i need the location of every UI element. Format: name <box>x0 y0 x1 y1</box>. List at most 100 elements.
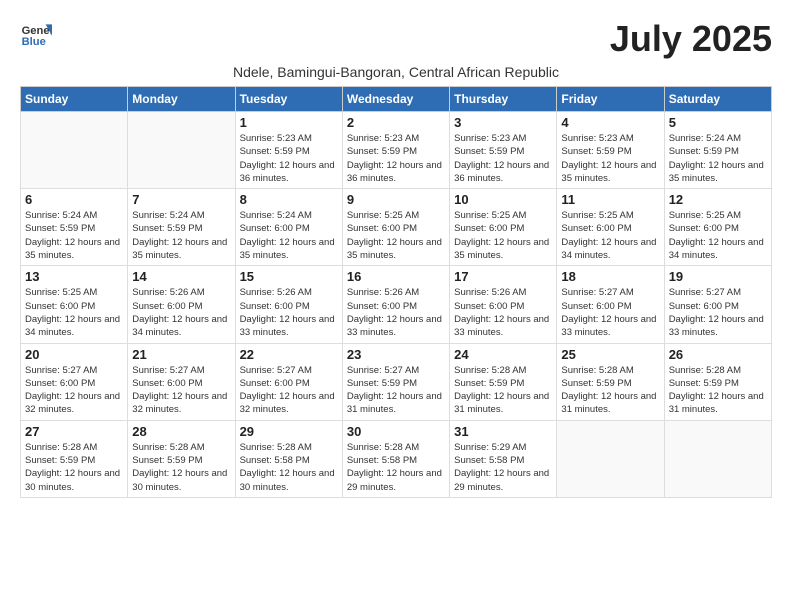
day-number: 3 <box>454 115 552 130</box>
day-number: 18 <box>561 269 659 284</box>
table-row: 28Sunrise: 5:28 AMSunset: 5:59 PMDayligh… <box>128 420 235 497</box>
day-number: 4 <box>561 115 659 130</box>
day-number: 17 <box>454 269 552 284</box>
calendar-table: Sunday Monday Tuesday Wednesday Thursday… <box>20 86 772 498</box>
table-row: 14 Sunrise: 5:26 AMSunset: 6:00 PMDayligh… <box>128 266 235 343</box>
day-info: Sunrise: 5:27 AMSunset: 6:00 PMDaylight:… <box>25 364 123 417</box>
day-number: 20 <box>25 347 123 362</box>
table-row: 12 Sunrise: 5:25 AMSunset: 6:00 PMDayligh… <box>664 189 771 266</box>
day-info: Sunrise: 5:27 AMSunset: 6:00 PMDaylight:… <box>561 286 659 339</box>
day-number: 15 <box>240 269 338 284</box>
day-number: 12 <box>669 192 767 207</box>
day-number: 29 <box>240 424 338 439</box>
table-row: 24 Sunrise: 5:28 AMSunset: 5:59 PMDayligh… <box>450 343 557 420</box>
table-row <box>21 112 128 189</box>
day-info: Sunrise: 5:28 AMSunset: 5:58 PMDaylight:… <box>240 441 338 494</box>
col-sunday: Sunday <box>21 87 128 112</box>
location-subtitle: Ndele, Bamingui-Bangoran, Central Africa… <box>10 64 782 86</box>
table-row: 8 Sunrise: 5:24 AMSunset: 6:00 PMDaylight… <box>235 189 342 266</box>
day-info: Sunrise: 5:27 AMSunset: 6:00 PMDaylight:… <box>240 364 338 417</box>
col-wednesday: Wednesday <box>342 87 449 112</box>
table-row: 7 Sunrise: 5:24 AMSunset: 5:59 PMDaylight… <box>128 189 235 266</box>
day-info: Sunrise: 5:26 AMSunset: 6:00 PMDaylight:… <box>132 286 230 339</box>
day-number: 2 <box>347 115 445 130</box>
calendar-week-row: 6 Sunrise: 5:24 AMSunset: 5:59 PMDaylight… <box>21 189 772 266</box>
col-thursday: Thursday <box>450 87 557 112</box>
table-row: 17Sunrise: 5:26 AMSunset: 6:00 PMDayligh… <box>450 266 557 343</box>
calendar-week-row: 20 Sunrise: 5:27 AMSunset: 6:00 PMDayligh… <box>21 343 772 420</box>
day-info: Sunrise: 5:24 AMSunset: 5:59 PMDaylight:… <box>132 209 230 262</box>
day-number: 21 <box>132 347 230 362</box>
table-row: 13 Sunrise: 5:25 AMSunset: 6:00 PMDayligh… <box>21 266 128 343</box>
day-number: 14 <box>132 269 230 284</box>
title-section: July 2025 <box>610 18 772 60</box>
day-info: Sunrise: 5:28 AMSunset: 5:58 PMDaylight:… <box>347 441 445 494</box>
day-info: Sunrise: 5:25 AMSunset: 6:00 PMDaylight:… <box>561 209 659 262</box>
day-info: Sunrise: 5:28 AMSunset: 5:59 PMDaylight:… <box>454 364 552 417</box>
day-info: Sunrise: 5:24 AMSunset: 5:59 PMDaylight:… <box>669 132 767 185</box>
day-number: 28 <box>132 424 230 439</box>
day-info: Sunrise: 5:23 AMSunset: 5:59 PMDaylight:… <box>454 132 552 185</box>
day-info: Sunrise: 5:26 AMSunset: 6:00 PMDaylight:… <box>347 286 445 339</box>
table-row: 4 Sunrise: 5:23 AMSunset: 5:59 PMDaylight… <box>557 112 664 189</box>
day-number: 5 <box>669 115 767 130</box>
day-number: 1 <box>240 115 338 130</box>
day-number: 30 <box>347 424 445 439</box>
col-friday: Friday <box>557 87 664 112</box>
day-info: Sunrise: 5:23 AMSunset: 5:59 PMDaylight:… <box>561 132 659 185</box>
table-row: 11 Sunrise: 5:25 AMSunset: 6:00 PMDayligh… <box>557 189 664 266</box>
day-number: 8 <box>240 192 338 207</box>
table-row: 20 Sunrise: 5:27 AMSunset: 6:00 PMDayligh… <box>21 343 128 420</box>
day-info: Sunrise: 5:23 AMSunset: 5:59 PMDaylight:… <box>347 132 445 185</box>
table-row: 18 Sunrise: 5:27 AMSunset: 6:00 PMDayligh… <box>557 266 664 343</box>
table-row: 5 Sunrise: 5:24 AMSunset: 5:59 PMDaylight… <box>664 112 771 189</box>
month-year-title: July 2025 <box>610 18 772 60</box>
day-number: 23 <box>347 347 445 362</box>
page-header: General Blue July 2025 <box>10 10 782 64</box>
day-number: 25 <box>561 347 659 362</box>
day-info: Sunrise: 5:27 AMSunset: 5:59 PMDaylight:… <box>347 364 445 417</box>
day-info: Sunrise: 5:24 AMSunset: 5:59 PMDaylight:… <box>25 209 123 262</box>
day-number: 31 <box>454 424 552 439</box>
day-info: Sunrise: 5:25 AMSunset: 6:00 PMDaylight:… <box>347 209 445 262</box>
table-row: 22 Sunrise: 5:27 AMSunset: 6:00 PMDayligh… <box>235 343 342 420</box>
day-info: Sunrise: 5:26 AMSunset: 6:00 PMDaylight:… <box>240 286 338 339</box>
day-number: 24 <box>454 347 552 362</box>
table-row: 16 Sunrise: 5:26 AMSunset: 6:00 PMDayligh… <box>342 266 449 343</box>
col-saturday: Saturday <box>664 87 771 112</box>
day-number: 13 <box>25 269 123 284</box>
table-row: 3 Sunrise: 5:23 AMSunset: 5:59 PMDaylight… <box>450 112 557 189</box>
day-number: 22 <box>240 347 338 362</box>
table-row: 10 Sunrise: 5:25 AMSunset: 6:00 PMDayligh… <box>450 189 557 266</box>
table-row: 27Sunrise: 5:28 AMSunset: 5:59 PMDayligh… <box>21 420 128 497</box>
day-info: Sunrise: 5:23 AMSunset: 5:59 PMDaylight:… <box>240 132 338 185</box>
table-row: 19Sunrise: 5:27 AMSunset: 6:00 PMDayligh… <box>664 266 771 343</box>
calendar-week-row: 1 Sunrise: 5:23 AMSunset: 5:59 PMDaylight… <box>21 112 772 189</box>
calendar-week-row: 13 Sunrise: 5:25 AMSunset: 6:00 PMDayligh… <box>21 266 772 343</box>
table-row <box>128 112 235 189</box>
day-number: 7 <box>132 192 230 207</box>
day-number: 9 <box>347 192 445 207</box>
table-row: 9 Sunrise: 5:25 AMSunset: 6:00 PMDaylight… <box>342 189 449 266</box>
day-number: 11 <box>561 192 659 207</box>
table-row <box>664 420 771 497</box>
table-row <box>557 420 664 497</box>
col-monday: Monday <box>128 87 235 112</box>
day-number: 16 <box>347 269 445 284</box>
table-row: 15 Sunrise: 5:26 AMSunset: 6:00 PMDayligh… <box>235 266 342 343</box>
calendar-header-row: Sunday Monday Tuesday Wednesday Thursday… <box>21 87 772 112</box>
day-info: Sunrise: 5:25 AMSunset: 6:00 PMDaylight:… <box>669 209 767 262</box>
table-row: 25Sunrise: 5:28 AMSunset: 5:59 PMDayligh… <box>557 343 664 420</box>
day-info: Sunrise: 5:24 AMSunset: 6:00 PMDaylight:… <box>240 209 338 262</box>
day-info: Sunrise: 5:25 AMSunset: 6:00 PMDaylight:… <box>454 209 552 262</box>
col-tuesday: Tuesday <box>235 87 342 112</box>
table-row: 2 Sunrise: 5:23 AMSunset: 5:59 PMDaylight… <box>342 112 449 189</box>
table-row: 31Sunrise: 5:29 AMSunset: 5:58 PMDayligh… <box>450 420 557 497</box>
day-info: Sunrise: 5:28 AMSunset: 5:59 PMDaylight:… <box>669 364 767 417</box>
table-row: 29 Sunrise: 5:28 AMSunset: 5:58 PMDayligh… <box>235 420 342 497</box>
day-number: 10 <box>454 192 552 207</box>
day-info: Sunrise: 5:25 AMSunset: 6:00 PMDaylight:… <box>25 286 123 339</box>
day-number: 6 <box>25 192 123 207</box>
logo: General Blue <box>20 18 54 50</box>
calendar-week-row: 27Sunrise: 5:28 AMSunset: 5:59 PMDayligh… <box>21 420 772 497</box>
